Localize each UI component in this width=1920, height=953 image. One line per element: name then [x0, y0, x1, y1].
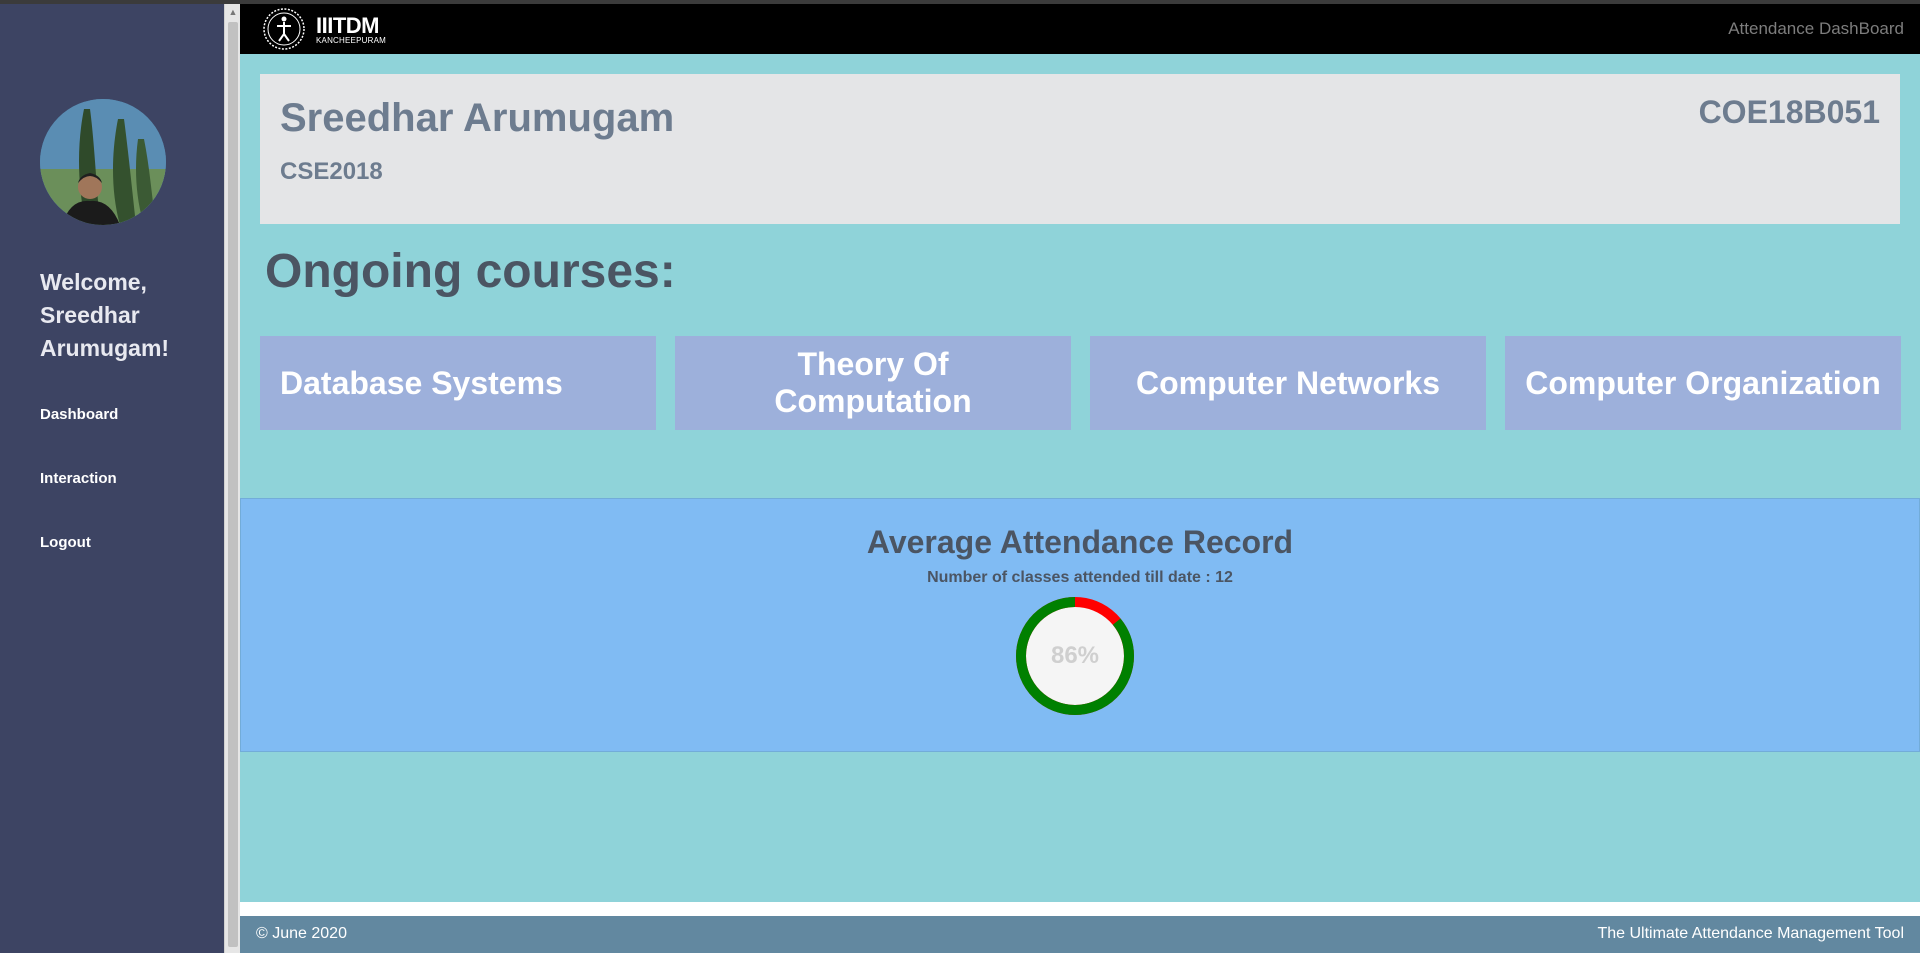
attendance-percent: 86%: [1050, 642, 1100, 669]
course-card-computer-organization[interactable]: Computer Organization: [1505, 336, 1901, 430]
course-card-database-systems[interactable]: Database Systems: [260, 336, 656, 430]
course-card-computer-networks[interactable]: Computer Networks: [1090, 336, 1486, 430]
navbar: IIITDM KANCHEEPURAM Attendance DashBoard: [240, 4, 1920, 54]
logo-seal-icon[interactable]: [262, 7, 306, 51]
student-batch: CSE2018: [280, 158, 383, 185]
course-label: Computer Networks: [1135, 364, 1441, 401]
sidebar-item-interaction[interactable]: Interaction: [40, 470, 117, 487]
attendance-panel: Average Attendance Record Number of clas…: [240, 498, 1920, 752]
footer-tagline: The Ultimate Attendance Management Tool: [1597, 925, 1904, 942]
scroll-up-arrow-icon[interactable]: ▲: [225, 6, 241, 18]
avatar: [40, 99, 166, 225]
student-name: Sreedhar Arumugam: [280, 96, 675, 140]
sidebar-item-logout[interactable]: Logout: [40, 534, 91, 551]
sidebar: Welcome, Sreedhar Arumugam! Dashboard In…: [0, 4, 224, 953]
footer: © June 2020 The Ultimate Attendance Mana…: [240, 916, 1920, 953]
sidebar-item-dashboard[interactable]: Dashboard: [40, 406, 118, 423]
attendance-gauge: 86%: [1014, 595, 1136, 717]
course-label: Computer Organization: [1525, 364, 1881, 401]
scrollbar[interactable]: ▲: [224, 4, 240, 953]
scroll-thumb[interactable]: [228, 22, 238, 947]
footer-copyright: © June 2020: [256, 925, 347, 942]
courses-heading: Ongoing courses:: [265, 245, 676, 298]
main-content: IIITDM KANCHEEPURAM Attendance DashBoard…: [240, 4, 1920, 953]
course-card-theory-of-computation[interactable]: Theory Of Computation: [675, 336, 1071, 430]
roll-number: COE18B051: [1698, 94, 1880, 130]
logo-subtitle: KANCHEEPURAM: [316, 36, 386, 45]
course-label: Theory Of Computation: [774, 346, 972, 419]
welcome-message: Welcome, Sreedhar Arumugam!: [40, 269, 170, 361]
attendance-title: Average Attendance Record: [866, 524, 1294, 560]
classes-attended-text: Number of classes attended till date : 1…: [927, 569, 1233, 586]
course-label: Database Systems: [280, 364, 563, 401]
profile-card: Sreedhar Arumugam CSE2018 COE18B051: [260, 74, 1900, 224]
page-title: Attendance DashBoard: [1728, 19, 1904, 38]
content-spacer: [240, 902, 1920, 916]
